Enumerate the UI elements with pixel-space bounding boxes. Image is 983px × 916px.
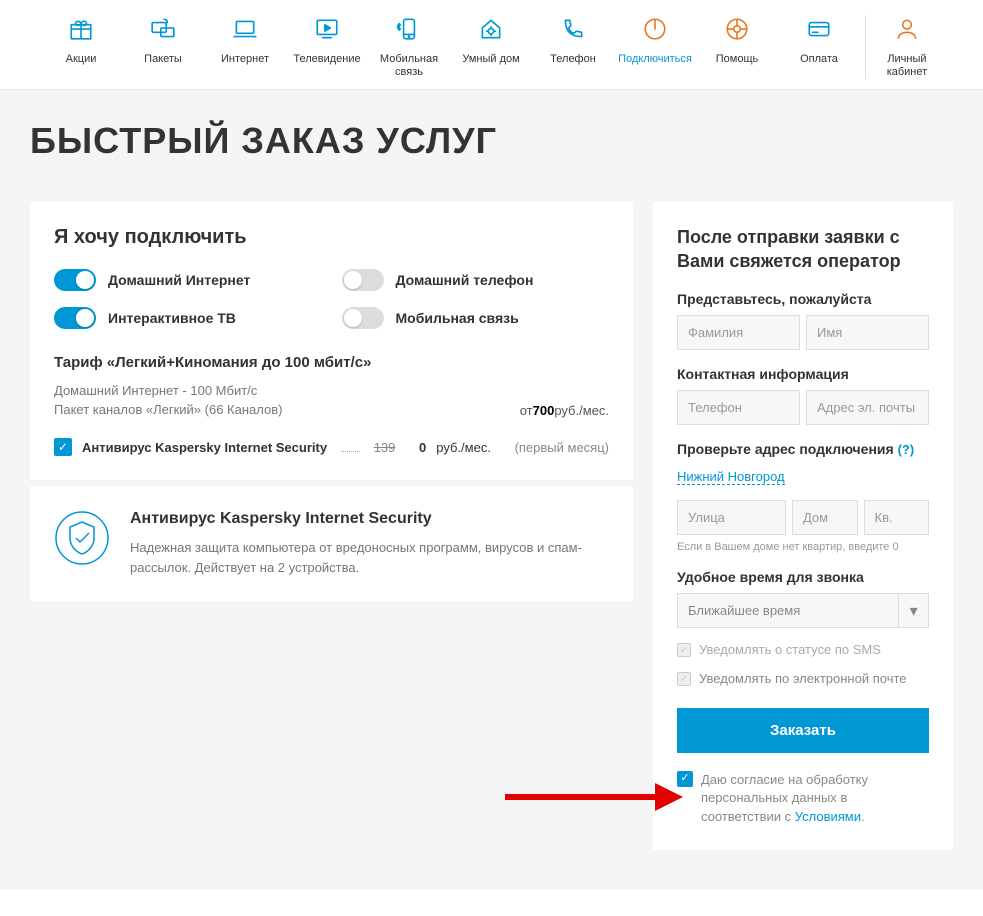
antivirus-banner: Антивирус Kaspersky Internet Security На… [30, 486, 633, 601]
addon-old-price: 139 [374, 440, 396, 455]
phone-input[interactable] [677, 390, 800, 425]
phone-icon [559, 15, 587, 43]
nav-divider [865, 15, 866, 79]
addon-row: ✓ Антивирус Kaspersky Internet Security … [54, 438, 609, 456]
av-desc: Надежная защита компьютера от вредоносны… [130, 538, 609, 577]
toggle-row: Домашний Интернет [54, 269, 322, 291]
chevron-down-icon: ▾ [898, 594, 928, 627]
consent-row: ✓ Даю согласие на обработку персональных… [677, 771, 929, 826]
toggle-label: Интерактивное ТВ [108, 310, 236, 326]
laptop-icon [231, 15, 259, 43]
toggle-switch[interactable] [342, 269, 384, 291]
nav-item-home[interactable]: Умный дом [450, 15, 532, 79]
nav-account[interactable]: Личный кабинет [871, 15, 943, 79]
nav-item-packages[interactable]: Пакеты [122, 15, 204, 79]
nav-item-laptop[interactable]: Интернет [204, 15, 286, 79]
nav-label: Помощь [716, 53, 759, 66]
apt-hint: Если в Вашем доме нет квартир, введите 0 [677, 541, 929, 553]
toggle-switch[interactable] [54, 269, 96, 291]
services-panel: Я хочу подключить Домашний Интернет Домаш… [30, 202, 633, 480]
nav-label: Интернет [221, 53, 269, 66]
account-icon [893, 15, 921, 43]
gift-icon [67, 15, 95, 43]
tariff-line-1: Домашний Интернет - 100 Мбит/с [54, 383, 609, 398]
toggle-switch[interactable] [54, 307, 96, 329]
toggle-row: Домашний телефон [342, 269, 610, 291]
addon-checkbox[interactable]: ✓ [54, 438, 72, 456]
form-title: После отправки заявки с Вами свяжется оп… [677, 226, 929, 273]
nav-account-label: Личный кабинет [871, 53, 943, 79]
shield-icon [54, 510, 110, 566]
house-input[interactable] [792, 500, 858, 535]
toggle-row: Мобильная связь [342, 307, 610, 329]
checkbox-icon: ✓ [677, 643, 691, 657]
firstname-input[interactable] [806, 315, 929, 350]
addon-price: 0 [419, 440, 426, 455]
toggle-label: Мобильная связь [396, 310, 519, 326]
toggle-label: Домашний телефон [396, 272, 534, 288]
lastname-input[interactable] [677, 315, 800, 350]
connect-title: Я хочу подключить [54, 226, 609, 249]
notify-sms-row[interactable]: ✓ Уведомлять о статусе по SMS [677, 642, 929, 657]
nav-item-gift[interactable]: Акции [40, 15, 122, 79]
order-button[interactable]: Заказать [677, 708, 929, 753]
home-icon [477, 15, 505, 43]
street-input[interactable] [677, 500, 786, 535]
address-label: Проверьте адрес подключения (?) [677, 441, 929, 457]
nav-label: Пакеты [144, 53, 182, 66]
nav-label: Мобильная связь [368, 53, 450, 79]
power-icon [641, 15, 669, 43]
mobile-icon [395, 15, 423, 43]
nav-item-help[interactable]: Помощь [696, 15, 778, 79]
time-select[interactable]: ▾ [677, 593, 929, 628]
addon-name: Антивирус Kaspersky Internet Security [82, 440, 327, 455]
tv-icon [313, 15, 341, 43]
address-help-link[interactable]: (?) [898, 442, 915, 457]
av-title: Антивирус Kaspersky Internet Security [130, 510, 609, 528]
page-title: БЫСТРЫЙ ЗАКАЗ УСЛУГ [30, 120, 953, 162]
order-form: После отправки заявки с Вами свяжется оп… [653, 202, 953, 849]
card-icon [805, 15, 833, 43]
time-label: Удобное время для звонка [677, 569, 929, 585]
tariff-name: Тариф «Легкий+Киномания до 100 мбит/с» [54, 354, 609, 371]
nav-item-mobile[interactable]: Мобильная связь [368, 15, 450, 79]
toggle-label: Домашний Интернет [108, 272, 250, 288]
nav-label: Телевидение [293, 53, 360, 66]
packages-icon [149, 15, 177, 43]
contact-label: Контактная информация [677, 366, 929, 382]
nav-label: Умный дом [462, 53, 519, 66]
nav-label: Оплата [800, 53, 838, 66]
consent-checkbox[interactable]: ✓ [677, 771, 693, 787]
nav-item-phone[interactable]: Телефон [532, 15, 614, 79]
top-nav: Акции Пакеты Интернет Телевидение Мобильная … [0, 0, 983, 90]
checkbox-icon: ✓ [677, 672, 691, 686]
addon-note: (первый месяц) [515, 440, 609, 455]
nav-item-card[interactable]: Оплата [778, 15, 860, 79]
notify-email-row[interactable]: ✓ Уведомлять по электронной почте [677, 671, 929, 686]
intro-label: Представьтесь, пожалуйста [677, 291, 929, 307]
toggle-switch[interactable] [342, 307, 384, 329]
nav-label: Телефон [550, 53, 596, 66]
toggle-row: Интерактивное ТВ [54, 307, 322, 329]
nav-item-power[interactable]: Подключиться [614, 15, 696, 79]
apt-input[interactable] [864, 500, 930, 535]
help-icon [723, 15, 751, 43]
city-link[interactable]: Нижний Новгород [677, 469, 785, 485]
email-input[interactable] [806, 390, 929, 425]
nav-item-tv[interactable]: Телевидение [286, 15, 368, 79]
nav-label: Подключиться [618, 53, 692, 66]
nav-label: Акции [66, 53, 97, 66]
consent-link[interactable]: Условиями [795, 809, 861, 824]
